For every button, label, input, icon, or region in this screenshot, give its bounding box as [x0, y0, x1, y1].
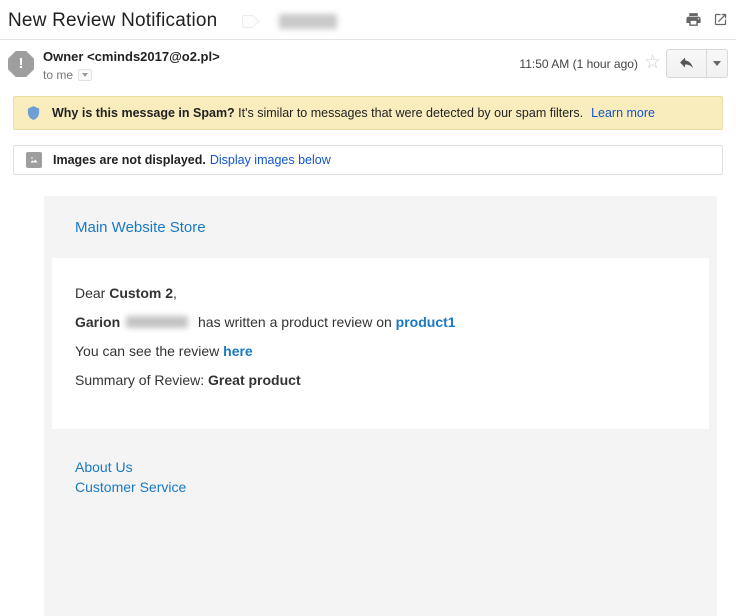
more-reply-options-button[interactable] [706, 50, 727, 77]
recipient-name: Custom 2 [109, 285, 173, 301]
label-tag-icon [241, 14, 261, 29]
learn-more-link[interactable]: Learn more [591, 106, 655, 120]
display-images-link[interactable]: Display images below [210, 153, 331, 167]
about-us-link[interactable]: About Us [75, 457, 717, 477]
spam-explanation: It's similar to messages that were detec… [235, 106, 583, 120]
reviewer-name: Garion [75, 314, 120, 330]
greeting-prefix: Dear [75, 285, 109, 301]
recipient-label: to me [43, 68, 73, 82]
star-icon: ☆ [644, 52, 661, 73]
see-review-line: You can see the review here [75, 343, 686, 360]
summary-line: Summary of Review: Great product [75, 372, 686, 389]
review-line: Garion has written a product review on p… [75, 314, 686, 331]
review-line-text: has written a product review on [194, 314, 396, 330]
spam-warning-banner: Why is this message in Spam? It's simila… [13, 96, 723, 130]
star-button[interactable]: ☆ [644, 52, 661, 74]
redacted-surname [126, 316, 188, 328]
chevron-down-icon [82, 73, 88, 77]
printer-icon [685, 11, 702, 31]
email-body: Main Website Store Dear Custom 2, Garion… [44, 196, 717, 616]
images-not-displayed-banner: Images are not displayed. Display images… [13, 145, 723, 175]
reply-arrow-icon [678, 54, 695, 74]
image-icon [26, 152, 42, 168]
redacted-label [279, 14, 337, 29]
review-here-link[interactable]: here [223, 343, 253, 359]
store-link[interactable]: Main Website Store [75, 219, 206, 236]
see-review-text: You can see the review [75, 343, 223, 359]
images-message: Images are not displayed. [53, 153, 206, 167]
greeting-suffix: , [173, 285, 177, 301]
chevron-down-icon [713, 61, 721, 66]
greeting-line: Dear Custom 2, [75, 285, 686, 302]
customer-service-link[interactable]: Customer Service [75, 477, 717, 497]
email-footer: About Us Customer Service [44, 429, 717, 527]
show-details-button[interactable] [78, 69, 92, 81]
open-in-new-icon [713, 12, 728, 30]
reply-button-group [666, 49, 728, 78]
email-content-panel: Dear Custom 2, Garion has written a prod… [52, 258, 709, 429]
spam-avatar-icon: ! [8, 51, 34, 77]
reply-button[interactable] [667, 50, 706, 77]
print-button[interactable] [685, 11, 702, 31]
page-title: New Review Notification [8, 10, 217, 32]
spam-question: Why is this message in Spam? [52, 106, 235, 120]
sender-row: ! Owner <cminds2017@o2.pl> to me 11:50 A… [0, 40, 736, 88]
summary-label: Summary of Review: [75, 372, 208, 388]
shield-icon [26, 104, 41, 122]
summary-value: Great product [208, 372, 301, 388]
open-in-new-window-button[interactable] [713, 12, 728, 30]
product-link[interactable]: product1 [396, 314, 456, 330]
sender-name: Owner <cminds2017@o2.pl> [43, 49, 220, 64]
timestamp: 11:50 AM (1 hour ago) [519, 57, 638, 71]
spam-banner-text: Why is this message in Spam? It's simila… [52, 106, 583, 120]
email-header: New Review Notification [0, 0, 736, 40]
